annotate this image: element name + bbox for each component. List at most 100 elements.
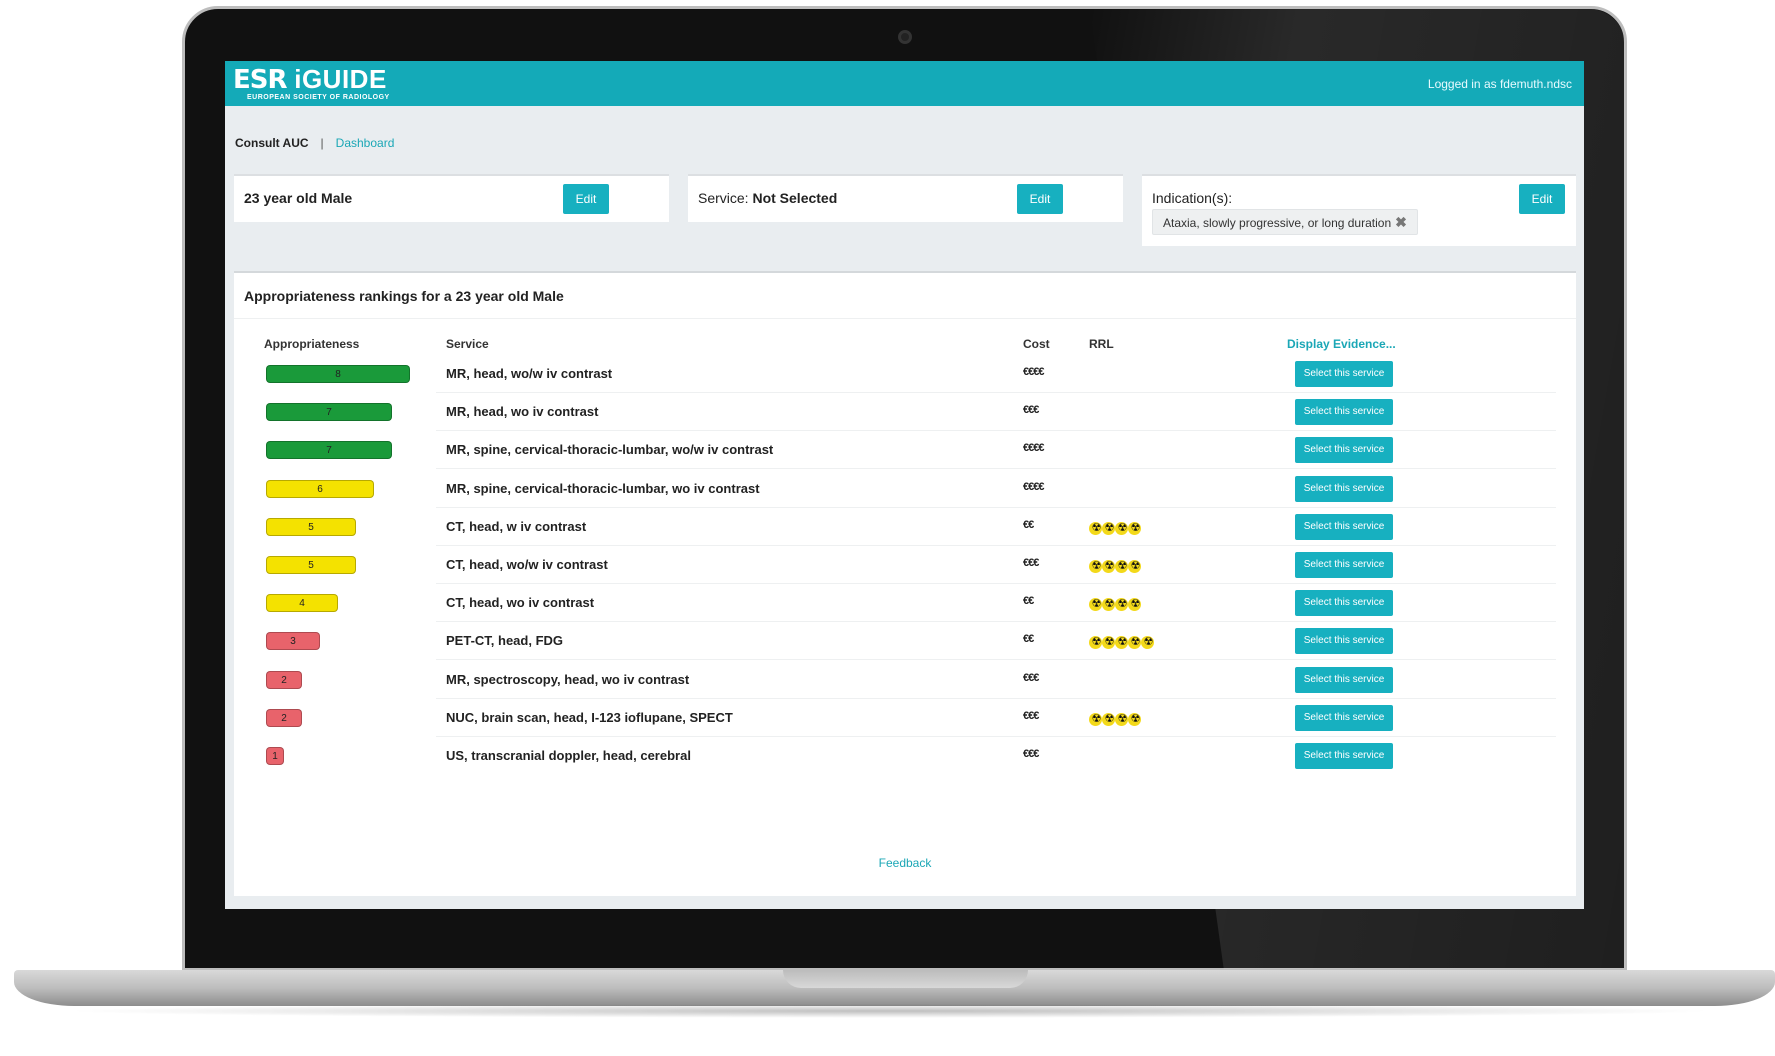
indication-tag-text: Ataxia, slowly progressive, or long dura… bbox=[1163, 216, 1392, 230]
app-screen: ESR iGUIDE EUROPEAN SOCIETY OF RADIOLOGY… bbox=[225, 61, 1584, 909]
appropriateness-bar: 5 bbox=[266, 556, 356, 574]
select-service-button[interactable]: Select this service bbox=[1295, 475, 1393, 502]
appropriateness-bar: 2 bbox=[266, 670, 302, 689]
logo-product: iGUIDE bbox=[286, 64, 387, 94]
rrl-indicator: ☢ ☢ ☢ ☢ ☢ bbox=[1089, 633, 1154, 650]
service-name: NUC, brain scan, head, I-123 ioflupane, … bbox=[446, 709, 733, 725]
radiation-icon: ☢ bbox=[1102, 560, 1115, 573]
edit-indication-button[interactable]: Edit bbox=[1519, 184, 1565, 214]
radiation-icon: ☢ bbox=[1128, 712, 1141, 726]
table-row: 4 CT, head, wo iv contrast €€ ☢ ☢ ☢ ☢ Select th… bbox=[256, 584, 1556, 623]
edit-service-button[interactable]: Edit bbox=[1017, 184, 1063, 214]
service-name: CT, head, w iv contrast bbox=[446, 518, 587, 534]
cost-indicator: €€€ bbox=[1023, 709, 1039, 722]
edit-patient-button[interactable]: Edit bbox=[563, 184, 609, 214]
indication-label: Indication(s): bbox=[1152, 190, 1233, 206]
nav-dashboard-link[interactable]: Dashboard bbox=[336, 136, 395, 150]
service-name: MR, head, wo/w iv contrast bbox=[446, 366, 613, 381]
select-service-button[interactable]: Select this service bbox=[1295, 743, 1393, 769]
radiation-icon: ☢ bbox=[1115, 712, 1128, 726]
service-name: MR, spectroscopy, head, wo iv contrast bbox=[446, 671, 690, 687]
select-service-button[interactable]: Select this service bbox=[1295, 552, 1393, 578]
logo-esr: ESR bbox=[233, 65, 288, 95]
appropriateness-bar: 3 bbox=[266, 632, 320, 651]
appropriateness-bar: 8 bbox=[266, 365, 410, 383]
radiation-icon: ☢ bbox=[1089, 598, 1102, 612]
service-name: US, transcranial doppler, head, cerebral bbox=[446, 748, 691, 763]
cost-indicator: €€€€ bbox=[1023, 442, 1045, 455]
select-service-button[interactable]: Select this service bbox=[1295, 361, 1393, 387]
table-row: 6 MR, spine, cervical-thoracic-lumbar, wo… bbox=[256, 470, 1556, 508]
appropriateness-bar: 1 bbox=[266, 747, 284, 765]
radiation-icon: ☢ bbox=[1128, 521, 1141, 535]
patient-card: 23 year old Male Edit bbox=[234, 174, 669, 222]
service-name: PET-CT, head, FDG bbox=[446, 633, 564, 649]
service-value: Not Selected bbox=[752, 190, 838, 206]
radiation-icon: ☢ bbox=[1141, 636, 1154, 650]
table-row: 5 CT, head, wo/w iv contrast €€€ ☢ ☢ ☢ ☢ Select… bbox=[256, 546, 1556, 584]
service-name: MR, head, wo iv contrast bbox=[446, 404, 599, 420]
appropriateness-bar: 2 bbox=[266, 708, 302, 727]
radiation-icon: ☢ bbox=[1128, 598, 1141, 612]
app-header: ESR iGUIDE EUROPEAN SOCIETY OF RADIOLOGY… bbox=[225, 61, 1584, 106]
service-label: Service: bbox=[698, 190, 749, 206]
table-row: 8 MR, head, wo/w iv contrast €€€€ Select th… bbox=[256, 355, 1556, 393]
cost-indicator: €€€ bbox=[1023, 671, 1039, 684]
radiation-icon: ☢ bbox=[1115, 636, 1128, 650]
table-row: 2 MR, spectroscopy, head, wo iv contrast €… bbox=[256, 661, 1556, 699]
service-name: MR, spine, cervical-thoracic-lumbar, wo … bbox=[446, 480, 760, 496]
rankings-title: Appropriateness rankings for a 23 year o… bbox=[244, 288, 564, 304]
appropriateness-bar: 7 bbox=[266, 403, 392, 422]
radiation-icon: ☢ bbox=[1128, 636, 1141, 650]
cost-indicator: €€ bbox=[1023, 518, 1034, 531]
rankings-panel: Appropriateness rankings for a 23 year o… bbox=[234, 271, 1576, 896]
cost-indicator: €€€ bbox=[1023, 404, 1039, 417]
rrl-indicator: ☢ ☢ ☢ ☢ bbox=[1089, 519, 1141, 535]
remove-indication-icon[interactable]: ✖ bbox=[1395, 214, 1407, 230]
service-card: Service: Not Selected Edit bbox=[688, 174, 1123, 222]
radiation-icon: ☢ bbox=[1115, 560, 1128, 573]
cost-indicator: €€€€ bbox=[1023, 366, 1045, 378]
column-header-service: Service bbox=[446, 337, 489, 351]
appropriateness-bar: 6 bbox=[266, 479, 374, 498]
radiation-icon: ☢ bbox=[1089, 636, 1102, 650]
service-name: CT, head, wo iv contrast bbox=[446, 595, 595, 611]
appropriateness-bar: 7 bbox=[266, 441, 392, 460]
appropriateness-bar: 4 bbox=[266, 594, 338, 613]
select-service-button[interactable]: Select this service bbox=[1295, 513, 1393, 540]
radiation-icon: ☢ bbox=[1089, 712, 1102, 726]
logo-subtitle: EUROPEAN SOCIETY OF RADIOLOGY bbox=[247, 94, 390, 101]
display-evidence-link[interactable]: Display Evidence... bbox=[1287, 337, 1396, 351]
radiation-icon: ☢ bbox=[1102, 712, 1115, 726]
table-row: 7 MR, head, wo iv contrast €€€ Select this … bbox=[256, 393, 1556, 432]
select-service-button[interactable]: Select this service bbox=[1295, 666, 1393, 693]
laptop-base-notch bbox=[783, 970, 1028, 988]
nav-consult-auc: Consult AUC bbox=[235, 136, 309, 150]
feedback-link[interactable]: Feedback bbox=[234, 856, 1576, 870]
indication-card: Indication(s): Ataxia, slowly progressiv… bbox=[1142, 174, 1576, 246]
table-row: 7 MR, spine, cervical-thoracic-lumbar, wo… bbox=[256, 431, 1556, 470]
login-status[interactable]: Logged in as fdemuth.ndsc bbox=[1428, 77, 1572, 91]
service-name: MR, spine, cervical-thoracic-lumbar, wo/… bbox=[446, 442, 774, 458]
cost-indicator: €€ bbox=[1023, 595, 1034, 608]
column-header-appropriateness: Appropriateness bbox=[264, 337, 360, 351]
radiation-icon: ☢ bbox=[1102, 598, 1115, 612]
select-service-button[interactable]: Select this service bbox=[1295, 437, 1393, 464]
table-row: 1 US, transcranial doppler, head, cerebra… bbox=[256, 737, 1556, 775]
cost-indicator: €€€ bbox=[1023, 557, 1039, 569]
select-service-button[interactable]: Select this service bbox=[1295, 590, 1393, 617]
divider bbox=[234, 318, 1576, 319]
select-service-button[interactable]: Select this service bbox=[1295, 399, 1393, 426]
esr-iguide-logo[interactable]: ESR iGUIDE EUROPEAN SOCIETY OF RADIOLOGY bbox=[233, 66, 390, 101]
patient-description: 23 year old Male bbox=[244, 190, 353, 206]
cost-indicator: €€€ bbox=[1023, 748, 1039, 760]
radiation-icon: ☢ bbox=[1102, 521, 1115, 535]
breadcrumb: Consult AUC | Dashboard bbox=[235, 136, 394, 150]
select-service-button[interactable]: Select this service bbox=[1295, 628, 1393, 655]
radiation-icon: ☢ bbox=[1128, 560, 1141, 573]
laptop-shadow bbox=[60, 1004, 1720, 1018]
select-service-button[interactable]: Select this service bbox=[1295, 704, 1393, 731]
table-row: 3 PET-CT, head, FDG €€ ☢ ☢ ☢ ☢ ☢ Select this ser… bbox=[256, 622, 1556, 661]
radiation-icon: ☢ bbox=[1089, 521, 1102, 535]
cost-indicator: €€ bbox=[1023, 633, 1034, 646]
